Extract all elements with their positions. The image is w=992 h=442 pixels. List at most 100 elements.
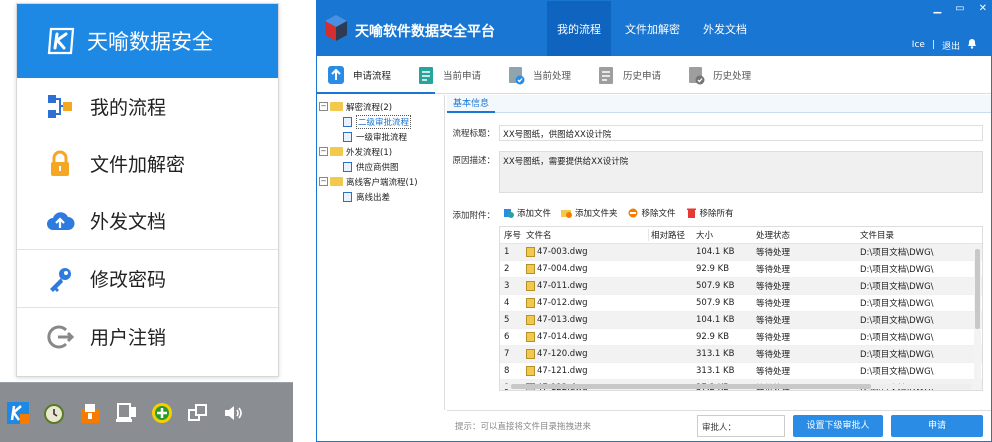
table-row[interactable]: 3 47-011.dwg 507.9 KB 等待处理 D:\项目文档\DWG\ <box>500 278 982 295</box>
tree-group-offline[interactable]: − 离线客户端流程(1) <box>319 174 444 189</box>
tree-group-label: 离线客户端流程(1) <box>346 177 418 188</box>
app-cube-logo-icon <box>325 15 347 41</box>
add-folder-button[interactable]: 添加文件夹 <box>561 207 618 219</box>
remove-icon <box>628 208 638 218</box>
cell-status: 等待处理 <box>756 299 791 309</box>
tab-history-process[interactable]: 历史处理 <box>677 56 755 94</box>
clock-tray-icon[interactable] <box>40 399 68 427</box>
cell-dir: D:\项目文档\DWG\ <box>860 299 934 309</box>
tree-item-level2[interactable]: 二级审批流程 <box>319 114 444 129</box>
doc-share-icon <box>343 161 352 172</box>
nav-my-flow[interactable]: 我的流程 <box>547 1 611 56</box>
folder-icon <box>330 147 343 156</box>
section-tab-basic-info[interactable]: 基本信息 <box>447 95 496 113</box>
vertical-scrollbar[interactable] <box>974 245 981 390</box>
add-file-button[interactable]: 添加文件 <box>503 207 551 219</box>
cell-size: 92.9 KB <box>696 332 730 342</box>
form-panel: 基本信息 流程标题： XX号图纸，供图给XX设计院 原因描述： XX号图纸，需要… <box>447 95 991 410</box>
tab-label: 申请流程 <box>353 70 392 82</box>
title-label: 流程标题： <box>452 129 495 139</box>
col-index[interactable]: 序号 <box>500 229 526 241</box>
logout-link[interactable]: 退出 <box>942 39 960 52</box>
table-row[interactable]: 2 47-004.dwg 92.9 KB 等待处理 D:\项目文档\DWG\ <box>500 261 982 278</box>
set-approver-button[interactable]: 设置下级审批人 <box>793 415 883 437</box>
horizontal-scrollbar[interactable] <box>501 384 971 389</box>
tianyu-tray-icon[interactable] <box>4 399 32 427</box>
tree-item-level1[interactable]: 一级审批流程 <box>319 129 444 144</box>
cell-dir: D:\项目文档\DWG\ <box>860 265 934 275</box>
close-icon[interactable]: ✕ <box>979 3 987 14</box>
table-row[interactable]: 1 47-003.dwg 104.1 KB 等待处理 D:\项目文档\DWG\ <box>500 244 982 261</box>
filename-text: 47-003.dwg <box>537 247 588 257</box>
menu-item-file-encrypt[interactable]: 文件加解密 <box>17 135 278 192</box>
menu-item-label: 我的流程 <box>90 97 167 119</box>
menu-item-my-flow[interactable]: 我的流程 <box>17 78 278 135</box>
title-input[interactable]: XX号图纸，供图给XX设计院 <box>499 125 983 141</box>
nav-file-encrypt[interactable]: 文件加解密 <box>615 1 690 56</box>
tab-current-process[interactable]: 当前处理 <box>497 56 575 94</box>
cell-status: 等待处理 <box>756 316 791 326</box>
add-tray-icon[interactable] <box>148 399 176 427</box>
approver-field[interactable]: 审批人： <box>697 415 785 437</box>
menu-item-outgoing-docs[interactable]: 外发文档 <box>17 192 278 249</box>
table-row[interactable]: 5 47-013.dwg 104.1 KB 等待处理 D:\项目文档\DWG\ <box>500 312 982 329</box>
collapse-toggle-icon[interactable]: − <box>319 102 328 111</box>
tab-current-apply[interactable]: 当前申请 <box>407 56 485 94</box>
attach-row: 添加附件： <box>447 209 499 221</box>
tree-group-decrypt[interactable]: − 解密流程(2) <box>319 99 444 114</box>
cell-status: 等待处理 <box>756 265 791 275</box>
doc-lock-icon <box>343 116 352 127</box>
table-row[interactable]: 8 47-121.dwg 313.1 KB 等待处理 D:\项目文档\DWG\ <box>500 363 982 380</box>
table-row[interactable]: 7 47-120.dwg 313.1 KB 等待处理 D:\项目文档\DWG\ <box>500 346 982 363</box>
col-status[interactable]: 处理状态 <box>752 229 856 241</box>
reason-textarea[interactable]: XX号图纸，需要提供给XX设计院 <box>499 151 983 193</box>
cell-dir: D:\项目文档\DWG\ <box>860 333 934 343</box>
apply-button[interactable]: 申请 <box>891 415 983 437</box>
collapse-toggle-icon[interactable]: − <box>319 177 328 186</box>
tree-group-outgoing[interactable]: − 外发流程(1) <box>319 144 444 159</box>
display-tray-icon[interactable] <box>184 399 212 427</box>
menu-item-user-logout[interactable]: 用户注销 <box>17 308 278 365</box>
cell-status: 等待处理 <box>756 333 791 343</box>
lock-icon <box>44 148 76 180</box>
tree-item-supplier[interactable]: 供应商供图 <box>319 159 444 174</box>
scroll-thumb[interactable] <box>975 249 980 329</box>
logout-icon <box>44 321 76 353</box>
cell-index: 3 <box>504 281 510 291</box>
flow-tree: − 解密流程(2) 二级审批流程 一级审批流程 − 外发流程(1) 供应商供图 − 离… <box>317 95 445 410</box>
cell-index: 2 <box>504 264 510 274</box>
title-row: 流程标题： <box>447 127 499 139</box>
tab-label: 当前申请 <box>443 70 482 82</box>
volume-tray-icon[interactable] <box>220 399 248 427</box>
tab-apply-flow[interactable]: 申请流程 <box>317 56 395 94</box>
remove-all-button[interactable]: 移除所有 <box>686 207 734 219</box>
nav-outgoing-docs[interactable]: 外发文档 <box>693 1 757 56</box>
network-tray-icon[interactable] <box>112 399 140 427</box>
col-dir[interactable]: 文件目录 <box>856 229 974 241</box>
cell-dir: D:\项目文档\DWG\ <box>860 316 934 326</box>
username: Ice <box>911 40 925 50</box>
cell-dir: D:\项目文档\DWG\ <box>860 248 934 258</box>
upload-arrow-icon <box>328 65 344 84</box>
tab-label: 当前处理 <box>533 70 572 82</box>
col-size[interactable]: 大小 <box>692 229 752 241</box>
office-tray-icon[interactable] <box>76 399 104 427</box>
tree-item-offline-trip[interactable]: 离线出差 <box>319 189 444 204</box>
scroll-thumb[interactable] <box>511 384 871 389</box>
table-row[interactable]: 6 47-014.dwg 92.9 KB 等待处理 D:\项目文档\DWG\ <box>500 329 982 346</box>
cell-dir: D:\项目文档\DWG\ <box>860 367 934 377</box>
maximize-icon[interactable]: ▭ <box>955 3 964 14</box>
filename-text: 47-120.dwg <box>537 349 588 359</box>
clipboard-gray-icon <box>599 66 614 84</box>
bell-icon[interactable] <box>967 38 977 52</box>
table-row[interactable]: 4 47-012.dwg 507.9 KB 等待处理 D:\项目文档\DWG\ <box>500 295 982 312</box>
tab-history-apply[interactable]: 历史申请 <box>587 56 665 94</box>
col-filename[interactable]: 文件名 <box>526 229 648 241</box>
remove-file-button[interactable]: 移除文件 <box>628 207 676 219</box>
cell-size: 313.1 KB <box>696 349 735 359</box>
menu-item-change-password[interactable]: 修改密码 <box>17 250 278 307</box>
filename-text: 47-121.dwg <box>537 366 588 376</box>
minimize-icon[interactable]: ▁ <box>933 3 941 14</box>
collapse-toggle-icon[interactable]: − <box>319 147 328 156</box>
col-relpath[interactable]: 相对路径 <box>648 229 692 241</box>
